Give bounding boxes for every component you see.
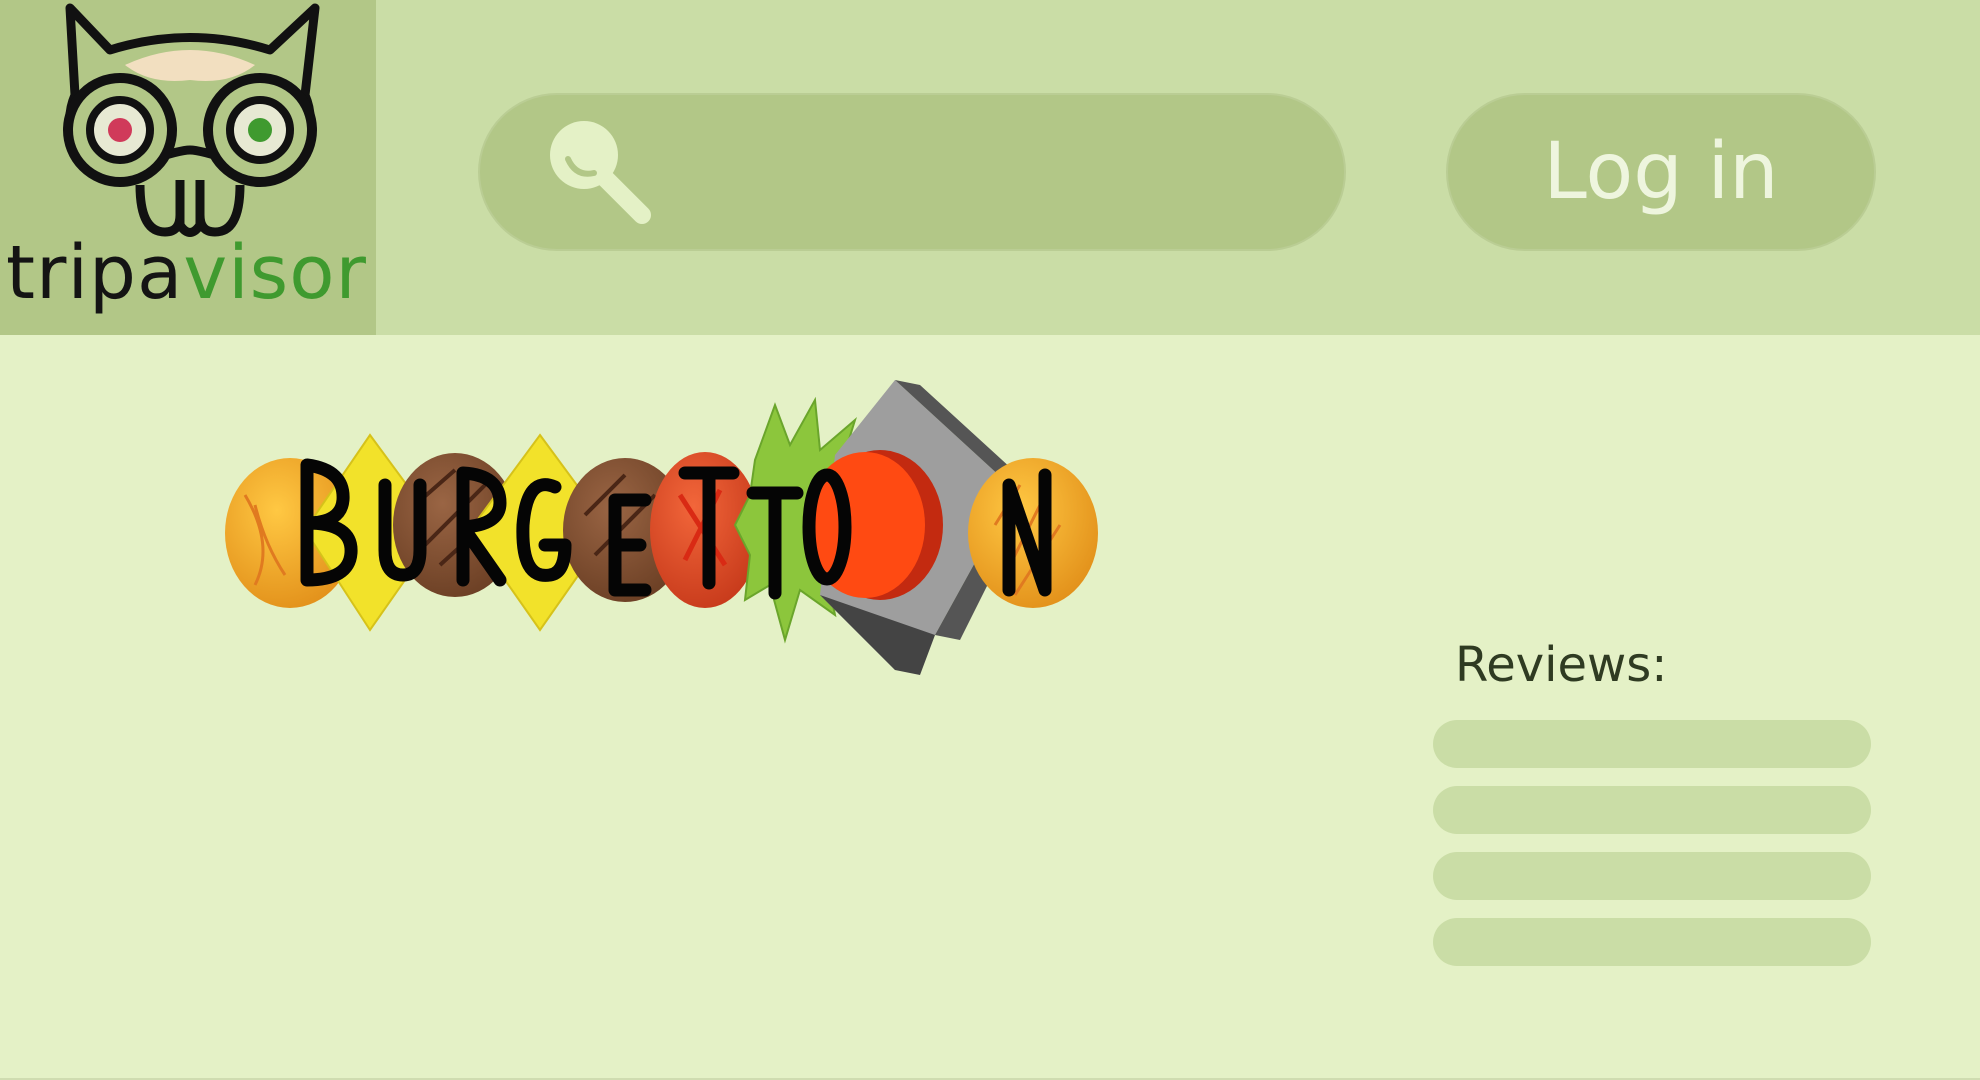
search-icon: [550, 121, 651, 224]
logo-text-part1: tripa: [6, 230, 184, 316]
review-item[interactable]: [1433, 786, 1871, 834]
top-header: tripavisor Log in: [0, 0, 1980, 335]
reviews-title: Reviews:: [1455, 637, 1668, 693]
search-input[interactable]: [480, 95, 1344, 249]
tripavisor-logo[interactable]: tripavisor: [0, 0, 376, 335]
logo-text: tripavisor: [6, 236, 376, 310]
login-button[interactable]: Log in: [1448, 95, 1874, 249]
burgetton-logo: [225, 380, 1098, 675]
logo-text-part2: visor: [183, 230, 367, 316]
owl-logo-icon: [63, 3, 320, 237]
review-item[interactable]: [1433, 720, 1871, 768]
review-item[interactable]: [1433, 852, 1871, 900]
review-item[interactable]: [1433, 918, 1871, 966]
